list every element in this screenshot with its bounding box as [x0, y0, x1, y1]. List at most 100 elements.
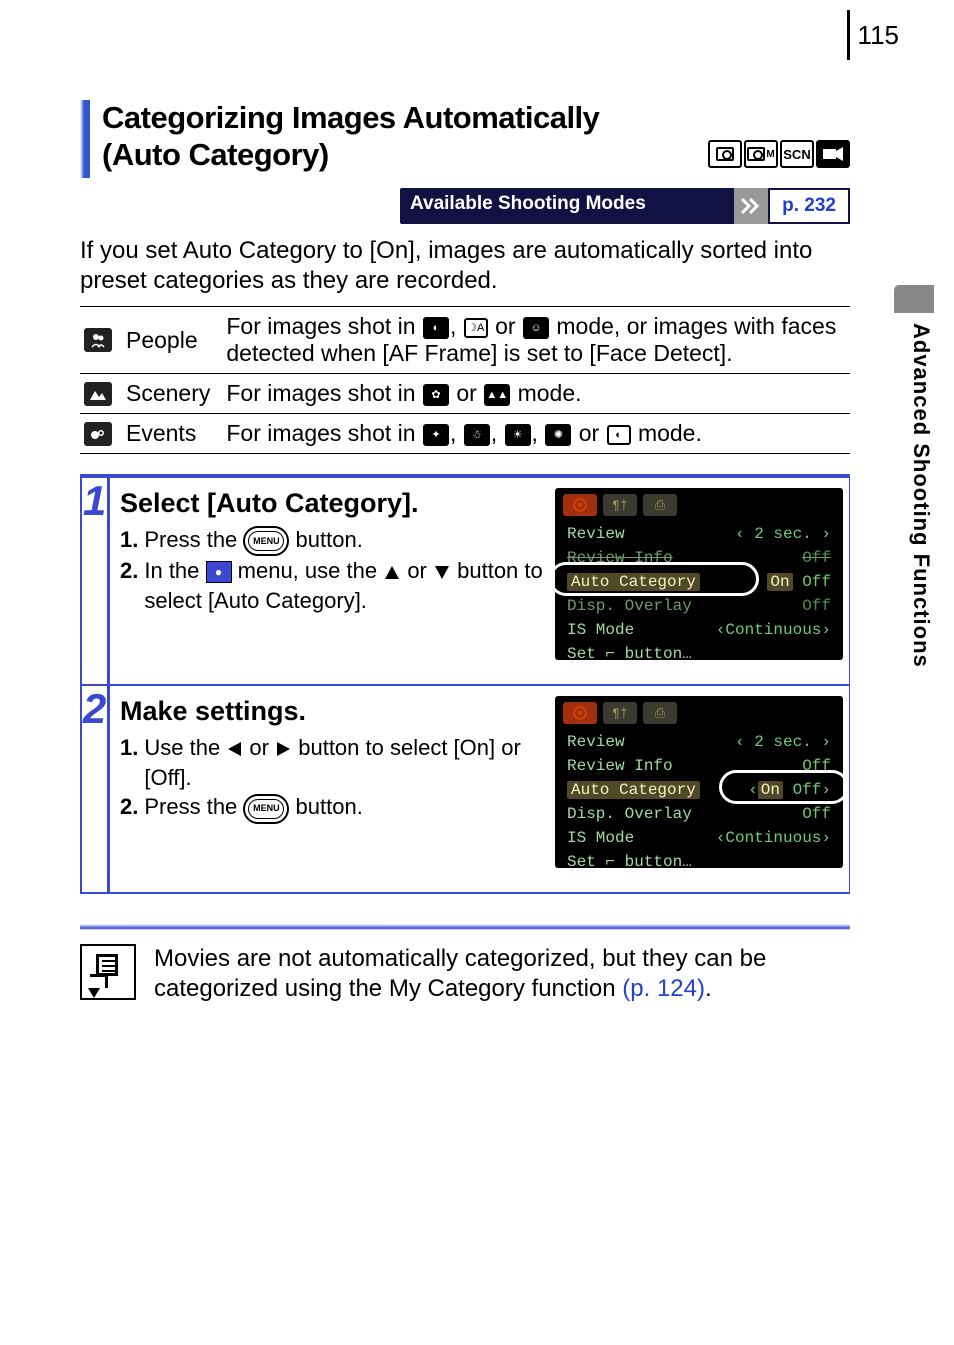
side-tab: Advanced Shooting Functions	[894, 285, 934, 668]
lcd-row: IS Mode‹Continuous›	[563, 826, 835, 850]
step-number: 1	[80, 478, 110, 684]
table-row: Events For images shot in ✦, ☃, ☀, ✺ or …	[80, 414, 850, 454]
lcd-row-highlight: Auto CategoryOn Off	[563, 570, 835, 594]
substep: 2. Press the MENU button.	[120, 792, 547, 823]
chevron-icon	[734, 188, 768, 224]
substep-text: or	[407, 558, 433, 583]
note-text: Movies are not automatically categorized…	[154, 944, 850, 1004]
desc-text: For images shot in	[226, 420, 422, 446]
lcd-tab-rec-icon	[563, 494, 597, 516]
substep-number: 1.	[120, 525, 138, 556]
substep-text: button.	[296, 527, 363, 552]
page-number-bar	[847, 10, 850, 60]
side-tab-label: Advanced Shooting Functions	[894, 313, 934, 668]
aquarium-icon: ◐	[607, 425, 631, 445]
note-icon	[80, 944, 136, 1000]
lcd-tab-tools-icon: ¶†	[603, 494, 637, 516]
category-label: Events	[118, 414, 218, 454]
mode-icon-strip: M SCN	[708, 140, 850, 168]
up-arrow-icon	[385, 566, 399, 579]
note: Movies are not automatically categorized…	[80, 944, 850, 1004]
intro-text: If you set Auto Category to [On], images…	[80, 236, 850, 296]
lcd-row-highlight: Auto Category‹On Off›	[563, 778, 835, 802]
substep-text: button.	[296, 794, 363, 819]
lcd-row: Disp. OverlayOff	[563, 594, 835, 618]
lcd-screenshot-1: ¶† ⎙ Review‹ 2 sec. › Review InfoOff Aut…	[555, 488, 843, 660]
lcd-row: Review InfoOff	[563, 546, 835, 570]
kids-pets-icon: ☺	[523, 317, 549, 339]
substep-number: 1.	[120, 733, 138, 792]
title-line1: Categorizing Images Automatically	[102, 100, 599, 135]
category-table: People For images shot in ◐, ☽A or ☺ mod…	[80, 306, 850, 454]
substep-text: In the	[144, 558, 205, 583]
left-arrow-icon	[228, 742, 241, 756]
mode-camera-m-icon: M	[744, 140, 778, 168]
available-modes-bar: Available Shooting Modes p. 232	[400, 188, 850, 224]
menu-button-icon: MENU	[243, 526, 289, 556]
side-tab-color	[894, 285, 934, 313]
note-page-ref[interactable]: (p. 124)	[622, 975, 705, 1002]
available-modes-label: Available Shooting Modes	[400, 188, 734, 224]
desc-text: For images shot in	[226, 380, 422, 406]
substep-text: menu, use the	[238, 558, 384, 583]
separator	[80, 924, 850, 930]
steps-container: 1 Select [Auto Category]. 1. Press the M…	[80, 474, 850, 894]
scenery-icon	[84, 382, 112, 406]
snow-icon: ☃	[464, 424, 490, 446]
indoor-icon: ✦	[423, 424, 449, 446]
category-label: Scenery	[118, 374, 218, 414]
category-desc: For images shot in ✿ or ▲▲ mode.	[218, 374, 850, 414]
lcd-row: Review‹ 2 sec. ›	[563, 730, 835, 754]
lcd-tab-print-icon: ⎙	[643, 494, 677, 516]
menu-button-icon: MENU	[243, 794, 289, 824]
substep: 1. Use the or button to select [On] or […	[120, 733, 547, 792]
events-icon	[84, 422, 112, 446]
step-title: Select [Auto Category].	[120, 488, 547, 519]
available-modes-ref[interactable]: p. 232	[768, 188, 850, 224]
lcd-row: Set ⌐ button…	[563, 850, 835, 874]
title-accent	[80, 100, 90, 178]
desc-text: mode.	[638, 420, 702, 446]
substep-number: 2.	[120, 556, 138, 615]
right-arrow-icon	[277, 742, 290, 756]
category-desc: For images shot in ◐, ☽A or ☺ mode, or i…	[218, 307, 850, 374]
lcd-row: Disp. OverlayOff	[563, 802, 835, 826]
step-1: 1 Select [Auto Category]. 1. Press the M…	[80, 478, 850, 686]
substep: 1. Press the MENU button.	[120, 525, 547, 556]
night-portrait-icon: ☽A	[464, 318, 488, 338]
mode-camera-icon	[708, 140, 742, 168]
substep-number: 2.	[120, 792, 138, 823]
substep-text: Press the	[144, 527, 243, 552]
step-title: Make settings.	[120, 696, 547, 727]
substep-text: or	[249, 735, 275, 760]
substep: 2. In the ● menu, use the or button to s…	[120, 556, 547, 615]
lcd-screenshot-2: ¶† ⎙ Review‹ 2 sec. › Review InfoOff Aut…	[555, 696, 843, 868]
lcd-row: IS Mode‹Continuous›	[563, 618, 835, 642]
substep-text: Press the	[144, 794, 243, 819]
down-arrow-icon	[435, 566, 449, 579]
mode-scn-icon: SCN	[780, 140, 814, 168]
foliage-icon: ✿	[423, 384, 449, 406]
substep-text: Use the	[144, 735, 226, 760]
title-block: Categorizing Images Automatically (Auto …	[80, 100, 850, 178]
lcd-row: Set ⌐ button…	[563, 642, 835, 666]
desc-text: For images shot in	[226, 313, 422, 339]
portrait-mode-icon: ◐	[423, 317, 449, 339]
beach-icon: ☀	[505, 424, 531, 446]
content-area: Categorizing Images Automatically (Auto …	[80, 100, 850, 1004]
rec-tab-icon: ●	[206, 561, 232, 583]
lcd-tab-rec-icon	[563, 702, 597, 724]
people-icon	[84, 328, 112, 352]
page-number-block: 115	[847, 10, 899, 60]
table-row: People For images shot in ◐, ☽A or ☺ mod…	[80, 307, 850, 374]
lcd-tab-tools-icon: ¶†	[603, 702, 637, 724]
lcd-row: Review‹ 2 sec. ›	[563, 522, 835, 546]
fireworks-icon: ✺	[545, 424, 571, 446]
lcd-tab-print-icon: ⎙	[643, 702, 677, 724]
landscape-icon: ▲▲	[484, 384, 510, 406]
mode-movie-icon	[816, 140, 850, 168]
step-2: 2 Make settings. 1. Use the or button to…	[80, 686, 850, 894]
desc-text: mode.	[518, 380, 582, 406]
table-row: Scenery For images shot in ✿ or ▲▲ mode.	[80, 374, 850, 414]
category-desc: For images shot in ✦, ☃, ☀, ✺ or ◐ mode.	[218, 414, 850, 454]
